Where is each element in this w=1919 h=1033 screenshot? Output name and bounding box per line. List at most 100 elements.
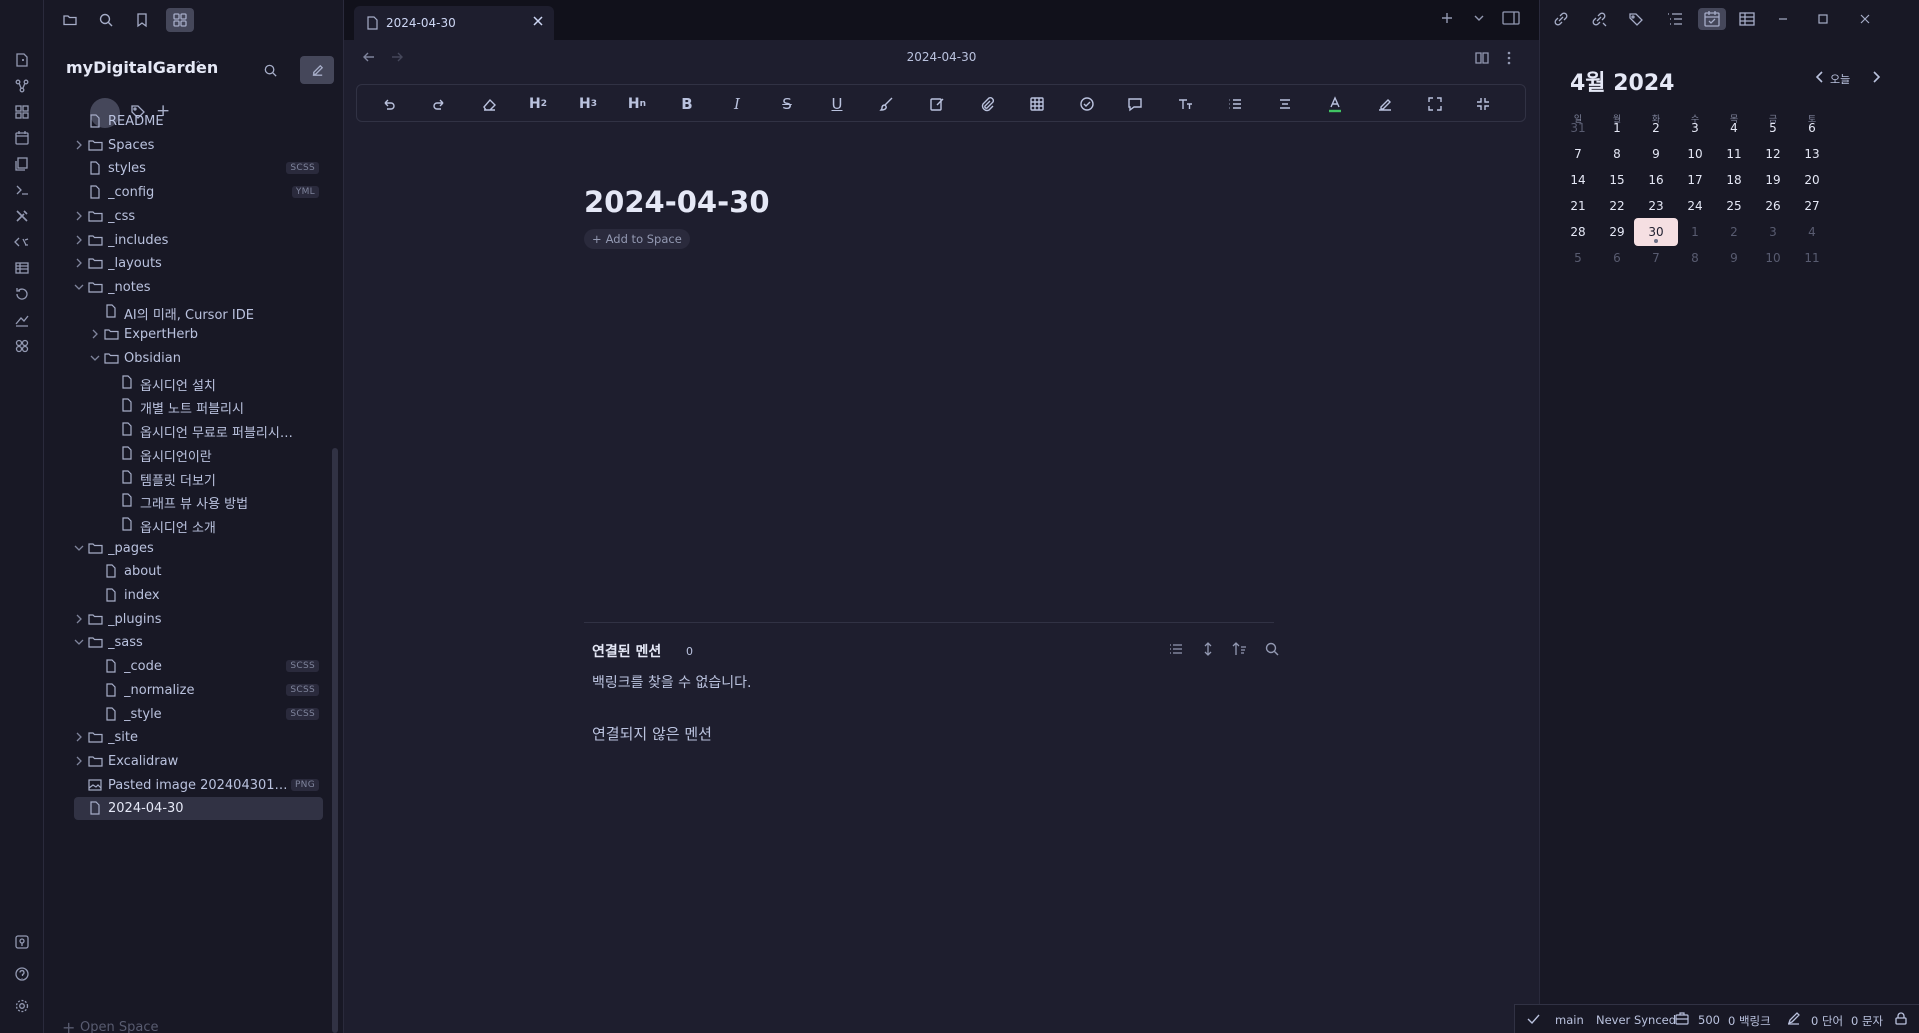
chevron-down-icon[interactable] (74, 637, 84, 647)
history-icon[interactable] (10, 282, 34, 306)
plugins-icon[interactable] (10, 334, 34, 358)
chevron-right-icon[interactable] (74, 756, 84, 766)
font-color-icon[interactable] (1321, 93, 1349, 115)
tree-folder[interactable]: _includes (74, 229, 323, 252)
tree-folder[interactable]: _sass (74, 631, 323, 654)
calendar-day[interactable]: 7 (1556, 140, 1600, 168)
calendar-day[interactable]: 2 (1634, 114, 1678, 142)
maximize-window-icon[interactable] (1816, 12, 1830, 26)
publish-icon[interactable] (10, 308, 34, 332)
tree-file[interactable]: _style SCSS (74, 703, 323, 726)
calendar-day[interactable]: 15 (1595, 166, 1639, 194)
calendar-day[interactable]: 31 (1556, 114, 1600, 142)
calendar-day-selected[interactable]: 30 (1634, 218, 1678, 246)
calendar-day[interactable]: 12 (1751, 140, 1795, 168)
tree-folder[interactable]: _notes (74, 276, 323, 299)
calendar-day[interactable]: 22 (1595, 192, 1639, 220)
tree-file[interactable]: _config YML (74, 181, 323, 204)
calendar-day[interactable]: 16 (1634, 166, 1678, 194)
git-branch[interactable]: main (1555, 1013, 1584, 1027)
strikethrough-button[interactable]: S (775, 93, 799, 115)
chevron-right-icon[interactable] (74, 614, 84, 624)
tree-folder[interactable]: _css (74, 205, 323, 228)
search-icon[interactable] (94, 8, 118, 32)
tools-icon[interactable] (10, 204, 34, 228)
graph-view-icon[interactable] (10, 74, 34, 98)
comment-icon[interactable] (1121, 93, 1149, 115)
list-icon[interactable] (1221, 93, 1249, 115)
chevron-down-icon[interactable] (90, 353, 100, 363)
today-button[interactable]: 오늘 (1830, 71, 1850, 87)
calendar-day[interactable]: 26 (1751, 192, 1795, 220)
unlinked-mentions-title[interactable]: 연결되지 않은 멘션 (592, 723, 712, 744)
tree-file[interactable]: 옵시디언 무료로 퍼블리시하... (74, 418, 323, 441)
calendar-day[interactable]: 1 (1595, 114, 1639, 142)
heading2-button[interactable]: H2 (525, 93, 551, 115)
backlinks-tab-icon[interactable] (1552, 10, 1570, 28)
redo-icon[interactable] (427, 93, 451, 115)
calendar-day[interactable]: 4 (1712, 114, 1756, 142)
search-filter-icon[interactable] (1264, 641, 1280, 657)
outgoing-links-tab-icon[interactable] (1590, 10, 1608, 28)
tree-file[interactable]: _code SCSS (74, 655, 323, 678)
attach-icon[interactable] (975, 93, 999, 115)
help-icon[interactable] (10, 962, 34, 986)
new-note-icon[interactable] (10, 48, 34, 72)
eraser-icon[interactable] (477, 93, 501, 115)
vault-switch-icon[interactable] (10, 930, 34, 954)
calendar-day[interactable]: 4 (1790, 218, 1834, 246)
calendar-day[interactable]: 10 (1673, 140, 1717, 168)
chevron-right-icon[interactable] (74, 140, 84, 150)
calendar-day[interactable]: 25 (1712, 192, 1756, 220)
tree-file[interactable]: 옵시디언이란 (74, 442, 323, 465)
daily-note-icon[interactable] (10, 126, 34, 150)
calendar-day[interactable]: 2 (1712, 218, 1756, 246)
close-window-icon[interactable] (1858, 12, 1872, 26)
calendar-day[interactable]: 17 (1673, 166, 1717, 194)
underline-button[interactable]: U (825, 93, 849, 115)
new-tab-icon[interactable] (1439, 10, 1455, 26)
chevron-down-icon[interactable] (74, 282, 84, 292)
tree-folder[interactable]: ExpertHerb (74, 323, 323, 346)
chevron-down-icon[interactable] (74, 543, 84, 553)
tags-tab-icon[interactable] (1628, 10, 1646, 28)
calendar-day[interactable]: 13 (1790, 140, 1834, 168)
tree-folder[interactable]: _layouts (74, 252, 323, 275)
calendar-day[interactable]: 23 (1634, 192, 1678, 220)
settings-icon[interactable] (10, 994, 34, 1018)
text-size-icon[interactable] (1171, 93, 1199, 115)
calendar-day[interactable]: 9 (1634, 140, 1678, 168)
chevron-right-icon[interactable] (74, 258, 84, 268)
tree-file[interactable]: index (74, 584, 323, 607)
terminal-icon[interactable] (10, 178, 34, 202)
tab-list-chevron-icon[interactable] (1471, 10, 1487, 26)
table-icon[interactable] (1025, 93, 1049, 115)
calendar-day[interactable]: 10 (1751, 244, 1795, 272)
calendar-day[interactable]: 1 (1673, 218, 1717, 246)
heading-n-button[interactable]: Hn (623, 93, 651, 115)
tree-file[interactable]: about (74, 560, 323, 583)
tree-folder[interactable]: _pages (74, 537, 323, 560)
templates-icon[interactable] (10, 152, 34, 176)
reading-view-icon[interactable] (1474, 50, 1490, 66)
collapse-icon[interactable] (1471, 93, 1495, 115)
calendar-day[interactable]: 5 (1556, 244, 1600, 272)
chevron-updown-icon[interactable]: ⌃ (194, 60, 202, 71)
calendar-day[interactable]: 29 (1595, 218, 1639, 246)
fullscreen-icon[interactable] (1423, 93, 1447, 115)
toggle-right-sidebar-icon[interactable] (1502, 10, 1520, 26)
note-title[interactable]: 2024-04-30 (584, 185, 770, 219)
calendar-day[interactable]: 20 (1790, 166, 1834, 194)
calendar-day[interactable]: 27 (1790, 192, 1834, 220)
next-month-icon[interactable] (1870, 70, 1882, 84)
tree-folder[interactable]: Spaces (74, 134, 323, 157)
pencil-icon[interactable] (1787, 1012, 1800, 1025)
calendar-day[interactable]: 5 (1751, 114, 1795, 142)
heading3-button[interactable]: H3 (575, 93, 601, 115)
linked-mentions-title[interactable]: 연결된 멘션 (592, 641, 661, 661)
tree-folder[interactable]: _site (74, 726, 323, 749)
calendar-day[interactable]: 6 (1790, 114, 1834, 142)
calendar-day[interactable]: 28 (1556, 218, 1600, 246)
italic-button[interactable]: I (725, 93, 749, 115)
minimize-window-icon[interactable] (1776, 12, 1790, 26)
